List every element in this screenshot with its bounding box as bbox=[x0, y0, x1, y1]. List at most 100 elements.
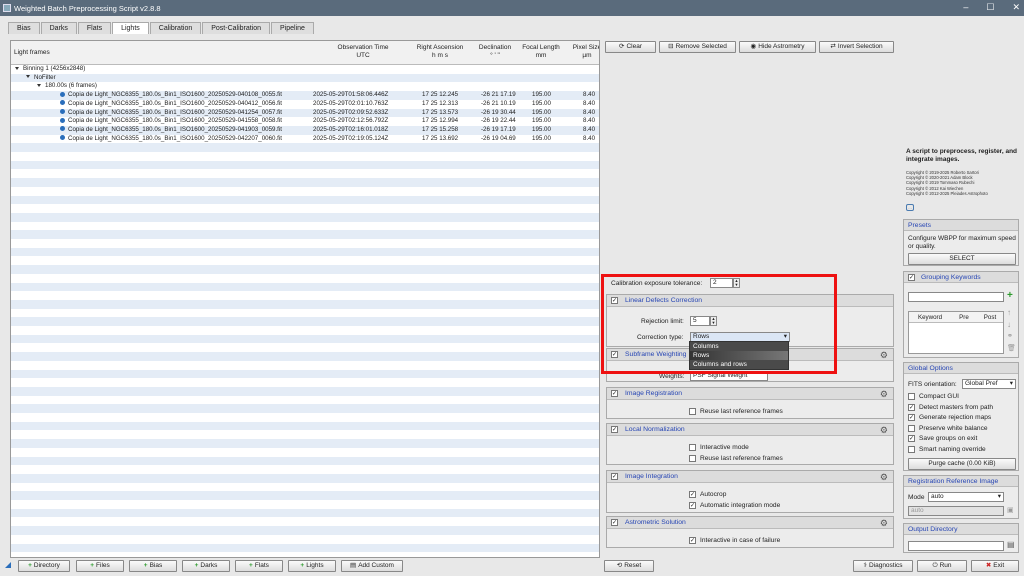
expand-arrow-icon[interactable] bbox=[37, 83, 41, 87]
tab-flats[interactable]: Flats bbox=[77, 22, 112, 34]
minimize-icon[interactable]: – bbox=[963, 2, 968, 13]
close-icon[interactable]: ✕ bbox=[1012, 2, 1020, 13]
table-empty-row bbox=[11, 378, 599, 387]
run-button[interactable]: ⏻ Run bbox=[917, 560, 967, 572]
tree-group-exposure[interactable]: 180.00s (6 frames) bbox=[11, 82, 599, 91]
auto-integration-checkbox[interactable]: ✓ bbox=[689, 502, 696, 509]
output-directory-input[interactable] bbox=[908, 541, 1004, 551]
reference-image-field[interactable]: auto bbox=[908, 506, 1004, 516]
tree-group-binning[interactable]: Binning 1 (4256x2848) bbox=[11, 65, 599, 74]
mode-select[interactable]: auto ▾ bbox=[928, 492, 1004, 502]
global-option-checkbox[interactable] bbox=[908, 445, 915, 453]
reuse-reference-checkbox[interactable] bbox=[689, 408, 696, 415]
tab-bias[interactable]: Bias bbox=[8, 22, 40, 34]
presets-panel: Presets Configure WBPP for maximum speed… bbox=[903, 219, 1019, 266]
select-reference-icon[interactable]: ▣ bbox=[1007, 506, 1014, 514]
table-row[interactable]: Copia de Light_NGC6355_180.0s_Bin1_ISO16… bbox=[11, 135, 599, 144]
light-frames-table[interactable]: Light frames Observation Time UTC Right A… bbox=[10, 40, 600, 558]
table-empty-row bbox=[11, 448, 599, 457]
option-columns[interactable]: Columns bbox=[690, 342, 788, 351]
preset-select-button[interactable]: SELECT bbox=[908, 253, 1016, 265]
autocrop-checkbox[interactable]: ✓ bbox=[689, 491, 696, 498]
folder-icon[interactable]: ▤ bbox=[1007, 540, 1015, 549]
add-lights-button[interactable]: + Lights bbox=[288, 560, 336, 572]
invert-selection-button[interactable]: ⇄ Invert Selection bbox=[819, 41, 894, 53]
tab-lights[interactable]: Lights bbox=[112, 22, 149, 34]
expand-arrow-icon[interactable] bbox=[15, 66, 19, 70]
global-option-checkbox[interactable]: ✓ bbox=[908, 414, 915, 421]
col-declination[interactable]: Declination ° ' " bbox=[467, 44, 523, 60]
resize-corner-icon[interactable] bbox=[5, 562, 11, 568]
keywords-table[interactable]: Keyword Pre Post bbox=[908, 311, 1004, 354]
reset-button[interactable]: ⟲ Reset bbox=[604, 560, 654, 572]
table-empty-row bbox=[11, 187, 599, 196]
move-down-icon[interactable]: ↓ bbox=[1007, 320, 1011, 329]
fits-orientation-select[interactable]: Global Pref ▾ bbox=[962, 379, 1016, 389]
trash-icon[interactable]: 🗑 bbox=[1007, 344, 1016, 352]
table-row[interactable]: Copia de Light_NGC6355_180.0s_Bin1_ISO16… bbox=[11, 117, 599, 126]
grouping-keywords-checkbox[interactable]: ✓ bbox=[908, 274, 915, 281]
link-icon[interactable]: ⚭ bbox=[1007, 332, 1013, 340]
image-registration-checkbox[interactable]: ✓ bbox=[611, 390, 618, 397]
gear-icon[interactable]: ⚙ bbox=[880, 517, 888, 529]
frame-dot-icon bbox=[60, 117, 65, 123]
add-keyword-icon[interactable]: + bbox=[1007, 290, 1013, 301]
col-observation-time[interactable]: Observation Time UTC bbox=[309, 44, 417, 60]
add-flats-button[interactable]: + Flats bbox=[235, 560, 283, 572]
app-icon bbox=[3, 4, 11, 12]
col-light-frames[interactable]: Light frames bbox=[14, 49, 50, 57]
tab-pipeline[interactable]: Pipeline bbox=[271, 22, 314, 34]
remove-selected-button[interactable]: ⊟ Remove Selected bbox=[659, 41, 736, 53]
table-empty-row bbox=[11, 178, 599, 187]
local-normalization-section: ✓ Local Normalization ⚙ Interactive mode… bbox=[606, 423, 894, 465]
exit-button[interactable]: ✖ Exit bbox=[971, 560, 1019, 572]
add-files-button[interactable]: + Files bbox=[76, 560, 124, 572]
tab-calibration[interactable]: Calibration bbox=[149, 22, 202, 34]
reuse-reference-ln-checkbox[interactable] bbox=[689, 455, 696, 462]
astrometric-solution-checkbox[interactable]: ✓ bbox=[611, 519, 618, 526]
add-directory-button[interactable]: + Directory bbox=[18, 560, 70, 572]
global-option-checkbox[interactable]: ✓ bbox=[908, 435, 915, 442]
option-rows[interactable]: Rows bbox=[690, 351, 788, 360]
gear-icon[interactable]: ⚙ bbox=[880, 349, 888, 361]
global-option-checkbox[interactable] bbox=[908, 424, 915, 432]
col-focal-length[interactable]: Focal Length mm bbox=[517, 44, 565, 60]
move-up-icon[interactable]: ↑ bbox=[1007, 308, 1011, 317]
table-row[interactable]: Copia de Light_NGC6355_180.0s_Bin1_ISO16… bbox=[11, 108, 599, 118]
col-right-ascension[interactable]: Right Ascension h m s bbox=[407, 44, 473, 60]
chat-icon[interactable]: … bbox=[906, 204, 914, 211]
global-option-checkbox[interactable]: ✓ bbox=[908, 403, 915, 411]
gear-icon[interactable]: ⚙ bbox=[880, 471, 888, 483]
image-integration-checkbox[interactable]: ✓ bbox=[611, 473, 618, 480]
purge-cache-button[interactable]: Purge cache (0.00 KiB) bbox=[908, 458, 1016, 470]
option-columns-and-rows[interactable]: Columns and rows bbox=[690, 360, 788, 369]
hide-astrometry-button[interactable]: ◉ Hide Astrometry bbox=[739, 41, 816, 53]
gear-icon[interactable]: ⚙ bbox=[880, 388, 888, 400]
interactive-mode-checkbox[interactable] bbox=[689, 444, 696, 451]
table-row[interactable]: Copia de Light_NGC6355_180.0s_Bin1_ISO16… bbox=[11, 91, 599, 100]
col-pixel-size[interactable]: Pixel Size µm bbox=[567, 44, 599, 60]
maximize-icon[interactable]: ☐ bbox=[986, 2, 994, 13]
global-option-checkbox[interactable] bbox=[908, 393, 915, 400]
cell-px: 8.40 bbox=[583, 108, 596, 116]
tree-group-filter[interactable]: NoFilter bbox=[11, 73, 599, 83]
keyword-input[interactable] bbox=[908, 292, 1004, 302]
table-row[interactable]: Copia de Light_NGC6355_180.0s_Bin1_ISO16… bbox=[11, 125, 599, 135]
invert-icon: ⇄ bbox=[830, 43, 836, 50]
add-custom-button[interactable]: ▤ Add Custom bbox=[341, 560, 403, 572]
interactive-failure-checkbox[interactable]: ✓ bbox=[689, 537, 696, 544]
clear-button[interactable]: ⟳ Clear bbox=[605, 41, 656, 53]
add-darks-button[interactable]: + Darks bbox=[182, 560, 230, 572]
diagnostics-button[interactable]: ⚕ Diagnostics bbox=[853, 560, 913, 572]
tab-darks[interactable]: Darks bbox=[40, 22, 77, 34]
table-row[interactable]: Copia de Light_NGC6355_180.0s_Bin1_ISO16… bbox=[11, 100, 599, 109]
add-bias-button[interactable]: + Bias bbox=[129, 560, 177, 572]
gear-icon[interactable]: ⚙ bbox=[880, 424, 888, 436]
expand-arrow-icon[interactable] bbox=[26, 75, 30, 79]
tab-post-calibration[interactable]: Post-Calibration bbox=[202, 22, 271, 34]
about-credits: Copyright © 2019-2025 Roberto Sartori Cop… bbox=[906, 170, 988, 196]
global-options-panel: Global Options FITS orientation: Global … bbox=[903, 362, 1019, 471]
cell-ra: 17 25 15.258 bbox=[422, 125, 459, 133]
local-normalization-checkbox[interactable]: ✓ bbox=[611, 426, 618, 433]
table-empty-row bbox=[11, 291, 599, 300]
